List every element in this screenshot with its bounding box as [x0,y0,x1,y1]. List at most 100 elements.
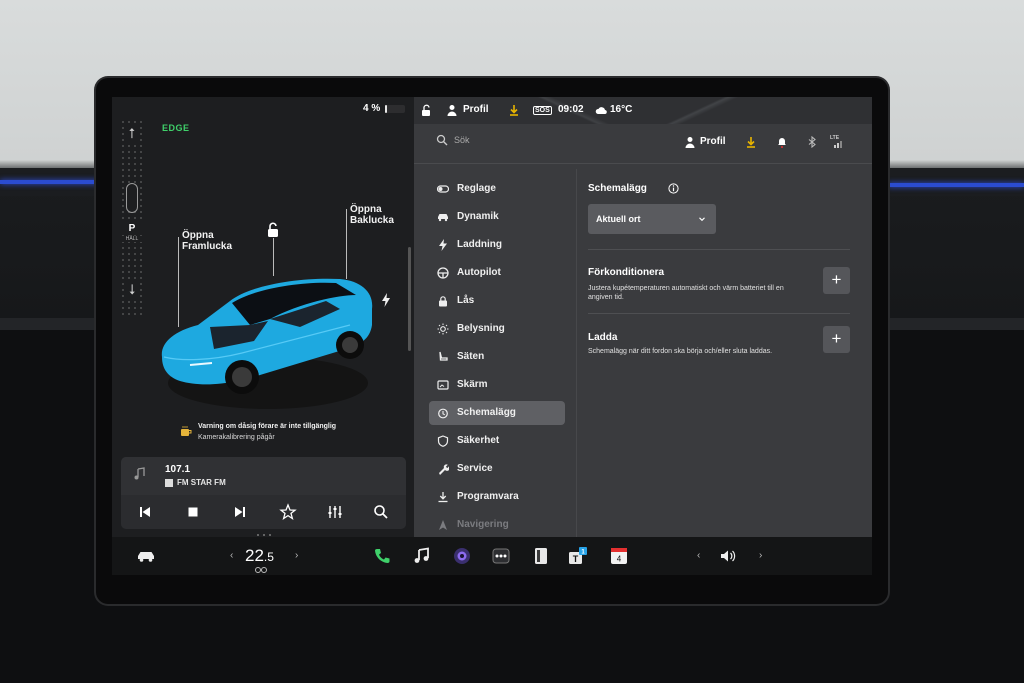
profile-button[interactable]: Profil [700,136,726,147]
next-track-icon[interactable] [231,503,249,521]
cabin-temperature[interactable]: 22.5 [245,546,274,566]
charging-description: Schemalägg när ditt fordon ska börja och… [588,348,773,355]
climate-fan-icon [255,567,267,573]
battery-icon [385,105,405,113]
previous-track-icon[interactable] [136,503,154,521]
camera-icon[interactable] [452,546,472,566]
menu-item-programvara[interactable]: Programvara [429,485,565,509]
chevron-down-icon [699,217,705,222]
menu-label: Programvara [457,491,519,502]
wrench-icon [439,464,449,475]
page-title: Schemalägg [588,183,647,194]
volume-down-chevron-icon[interactable]: ‹ [697,550,700,561]
menu-item-saten[interactable]: Säten [429,345,565,369]
menu-label: Laddning [457,239,502,250]
menu-label: Service [457,463,493,474]
notepad-icon[interactable] [531,546,551,566]
info-icon[interactable] [668,183,679,194]
clock: 09:02 [558,104,584,115]
gear-selector[interactable]: ⭡ P HÅLL ⭣ [118,119,146,315]
favorite-star-icon[interactable] [279,503,297,521]
charge-port-icon[interactable] [381,293,391,307]
menu-label: Belysning [457,323,505,334]
trunk-label-line2: Baklucka [350,215,394,226]
equalizer-icon[interactable] [326,503,344,521]
volume-icon[interactable] [718,546,738,566]
add-preconditioning-button[interactable]: + [823,267,850,294]
trunk-button[interactable]: Öppna Baklucka [350,204,394,226]
coffee-cup-icon [181,426,192,436]
sun-icon [437,323,449,335]
media-search-icon[interactable] [372,503,390,521]
panel-scrollbar[interactable] [408,247,411,351]
temp-down-chevron-icon[interactable]: ‹ [230,550,233,561]
menu-item-las[interactable]: Lås [429,289,565,313]
menu-item-autopilot[interactable]: Autopilot [429,261,565,285]
menu-item-skarm[interactable]: Skärm [429,373,565,397]
sos-indicator[interactable]: SOS [533,106,552,115]
menu-label: Autopilot [457,267,501,278]
search-input[interactable] [454,132,654,148]
battery-level [385,105,387,113]
station-logo [165,479,173,487]
navigation-icon [439,520,447,530]
menu-item-belysning[interactable]: Belysning [429,317,565,341]
phone-icon[interactable] [372,546,392,566]
warning-subtitle: Kamerakalibrering pågår [198,434,275,441]
location-select[interactable]: Aktuell ort [588,204,716,234]
radio-frequency: 107.1 [165,464,191,475]
volume-up-chevron-icon[interactable]: › [759,550,762,561]
svg-text:T: T [573,554,579,564]
unlock-status-icon[interactable] [420,104,432,116]
stop-icon[interactable] [184,503,202,521]
menu-item-sakerhet[interactable]: Säkerhet [429,429,565,453]
battery-percent: 4 % [363,103,381,114]
bluetooth-icon[interactable] [806,136,818,148]
driver-warning: Varning om dåsig förare är inte tillgäng… [180,419,400,447]
location-select-value: Aktuell ort [596,214,641,224]
menu-label: Dynamik [457,211,499,222]
profile-icon[interactable] [446,104,458,116]
outside-temperature: 16°C [610,104,633,115]
more-apps-icon[interactable] [491,546,511,566]
menu-label: Säkerhet [457,435,500,446]
menu-item-laddning[interactable]: Laddning [429,233,565,257]
download-icon[interactable] [745,136,757,148]
status-profile-label[interactable]: Profil [463,104,489,115]
frunk-button[interactable]: Öppna Framlucka [182,230,232,252]
edge-logo: EDGE [162,123,190,133]
panel-divider [576,169,577,539]
preconditioning-description: Justera kupétemperaturen automatiskt och… [588,285,784,301]
car-outline-icon [126,183,138,213]
add-charging-button[interactable]: + [823,326,850,353]
shield-icon [437,435,449,447]
divider [588,313,850,314]
steering-wheel-icon [437,267,449,279]
menu-label: Navigering [457,519,509,530]
lock-icon [439,296,447,307]
calendar-icon[interactable]: 4 [609,546,629,566]
car-image [161,278,373,409]
seat-icon [439,351,448,361]
menu-item-schemalagg[interactable]: Schemalägg [429,401,565,425]
car-icon[interactable] [136,546,156,566]
gear-indicator: P [122,223,142,234]
toggle-icon [437,185,449,193]
temp-up-chevron-icon[interactable]: › [295,550,298,561]
media-info[interactable]: 107.1 FM STAR FM [121,457,406,495]
download-icon [438,492,448,503]
menu-item-dynamik[interactable]: Dynamik [429,205,565,229]
ambient-light-left [0,180,100,184]
notification-bell-icon[interactable] [776,136,788,148]
profile-icon[interactable] [684,136,696,148]
download-status-icon[interactable] [508,104,520,116]
menu-item-reglage[interactable]: Reglage [429,177,565,201]
menu-item-service[interactable]: Service [429,457,565,481]
status-bar: Profil SOS 09:02 16°C [414,97,872,124]
music-icon[interactable] [412,546,432,566]
unlock-icon[interactable] [265,222,281,238]
menu-label: Säten [457,351,485,362]
preconditioning-title: Förkonditionera [588,267,665,278]
toybox-icon[interactable]: T 1 [568,546,588,566]
menu-item-navigering[interactable]: Navigering [429,513,565,537]
